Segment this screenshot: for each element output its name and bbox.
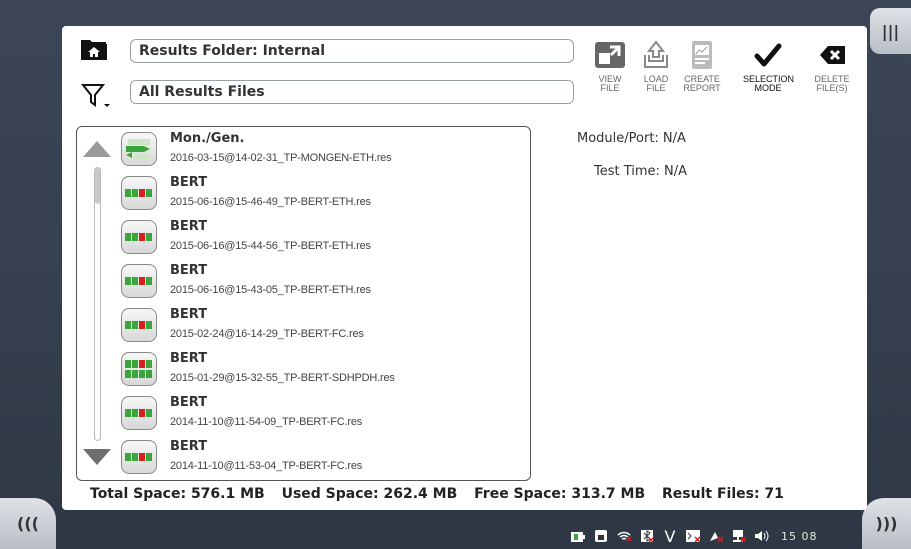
clock-text: 15 08 [781,529,818,543]
delete-icon [815,38,849,72]
delete-files-label: DELETE FILE(S) [814,74,850,93]
wifi-off-icon[interactable] [616,529,632,543]
file-title: BERT [170,175,208,190]
bert-icon [121,440,157,474]
menu-tab[interactable]: ||| [870,8,911,54]
scrollbar-track[interactable] [94,167,101,441]
load-file-button[interactable]: LOAD FILE [631,38,681,93]
view-file-icon [593,38,627,72]
status-bar: V 15 08 [570,527,818,546]
gps-off-icon[interactable] [708,529,724,543]
file-title: BERT [170,307,208,322]
file-name: 2014-11-10@11-54-09_TP-BERT-FC.res [170,416,363,428]
list-item[interactable]: BERT 2015-02-24@16-14-29_TP-BERT-FC.res [121,303,521,345]
filter-field[interactable]: All Results Files [130,80,574,104]
list-item[interactable]: BERT 2014-11-10@11-54-09_TP-BERT-FC.res [121,391,521,433]
file-list[interactable]: Mon./Gen. 2016-03-15@14-02-31_TP-MONGEN-… [76,126,531,481]
list-item[interactable]: Mon./Gen. 2016-03-15@14-02-31_TP-MONGEN-… [121,127,521,169]
list-item[interactable]: BERT 2015-01-29@15-32-55_TP-BERT-SDHPDH.… [121,347,521,389]
file-name: 2015-02-24@16-14-29_TP-BERT-FC.res [170,328,364,340]
file-title: BERT [170,219,208,234]
network-off-icon[interactable] [731,529,747,543]
view-file-button[interactable]: VIEW FILE [585,38,635,93]
results-folder-field[interactable]: Results Folder: Internal [130,39,574,63]
list-item[interactable]: BERT 2015-06-16@15-46-49_TP-BERT-ETH.res [121,171,521,213]
file-name: 2014-11-10@11-53-04_TP-BERT-FC.res [170,460,363,472]
filter-icon[interactable] [80,80,114,110]
used-space: Used Space: 262.4 MB [281,486,458,502]
file-title: BERT [170,263,208,278]
file-name: 2015-06-16@15-43-05_TP-BERT-ETH.res [170,284,371,296]
load-file-label: LOAD FILE [643,74,669,93]
total-space: Total Space: 576.1 MB [90,486,265,502]
selection-mode-label: SELECTION MODE [743,74,795,93]
file-title: Mon./Gen. [170,131,245,146]
home-folder-icon[interactable] [80,37,108,61]
file-title: BERT [170,439,208,454]
create-report-label: CREATE REPORT [683,74,721,93]
volume-icon[interactable] [754,529,770,543]
view-file-label: VIEW FILE [598,74,622,93]
free-space: Free Space: 313.7 MB [474,486,646,502]
list-item[interactable]: BERT 2015-06-16@15-43-05_TP-BERT-ETH.res [121,259,521,301]
file-name: 2015-06-16@15-44-56_TP-BERT-ETH.res [170,240,371,252]
list-item[interactable]: BERT 2014-11-10@11-53-04_TP-BERT-FC.res [121,435,521,477]
scroll-up-arrow-icon[interactable] [83,141,111,157]
file-name: 2015-06-16@15-46-49_TP-BERT-ETH.res [170,196,371,208]
test-time-text: Test Time: N/A [594,164,688,179]
file-name: 2016-03-15@14-02-31_TP-MONGEN-ETH.res [170,152,392,164]
bert-icon [121,220,157,254]
bluetooth-off-icon[interactable] [639,529,655,543]
bert-icon [121,176,157,210]
load-file-icon [639,38,673,72]
bert-icon [121,264,157,298]
selection-mode-button[interactable]: SELECTION MODE [743,38,795,93]
bert-icon [121,396,157,430]
scroll-down-arrow-icon[interactable] [83,449,111,465]
file-title: BERT [170,395,208,410]
result-files-count: Result Files: 71 [662,486,784,502]
mongen-icon [121,132,157,166]
create-report-icon [685,38,719,72]
bert-sdh-icon [121,352,157,386]
remote-terminal-icon[interactable] [685,529,701,543]
checkmark-icon [751,38,785,72]
storage-summary: Total Space: 576.1 MB Used Space: 262.4 … [90,486,796,502]
next-tab[interactable]: ))) [862,498,911,549]
file-title: BERT [170,351,208,366]
file-name: 2015-01-29@15-32-55_TP-BERT-SDHPDH.res [170,372,395,384]
vnc-icon[interactable]: V [662,527,678,546]
storage-icon[interactable] [593,529,609,543]
previous-tab[interactable]: ((( [0,498,56,549]
create-report-button[interactable]: CREATE REPORT [677,38,727,93]
scrollbar-thumb[interactable] [95,168,100,204]
module-port-text: Module/Port: N/A [577,131,686,146]
power-plug-icon[interactable] [570,529,586,543]
bert-icon [121,308,157,342]
delete-files-button[interactable]: DELETE FILE(S) [807,38,857,93]
list-item[interactable]: BERT 2015-06-16@15-44-56_TP-BERT-ETH.res [121,215,521,257]
